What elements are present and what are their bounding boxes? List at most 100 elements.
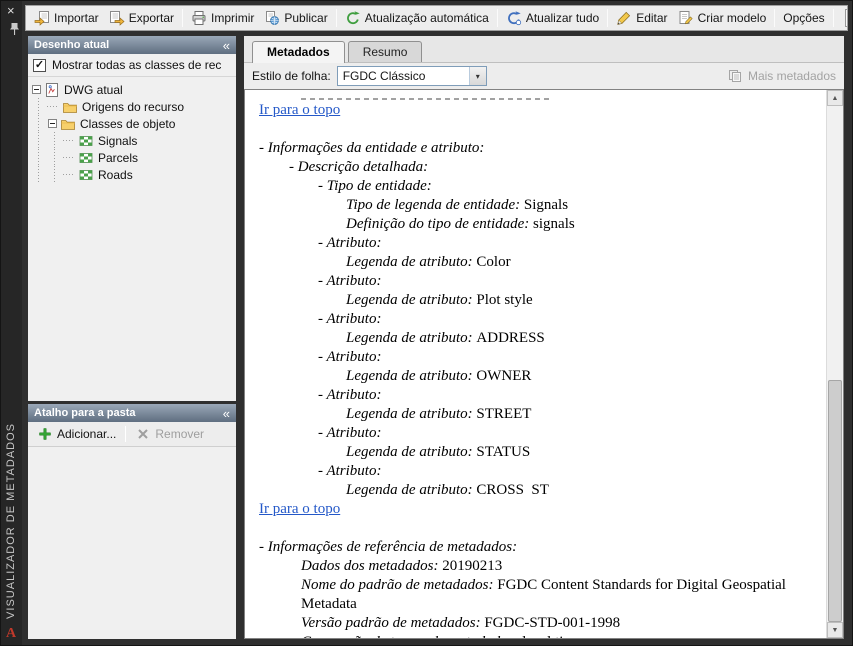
- metadata-value: STATUS: [476, 444, 531, 460]
- toolbar-button-imprimir[interactable]: Imprimir: [186, 7, 259, 29]
- metadata-line: Dados dos metadados: 20190213: [259, 557, 820, 576]
- go-to-top-link[interactable]: Ir para o topo: [259, 102, 340, 118]
- tab-resumo[interactable]: Resumo: [347, 41, 423, 62]
- metadata-line: - Atributo:: [259, 462, 820, 481]
- toolbar-button-importar[interactable]: Importar: [29, 7, 104, 29]
- metadata-content-area: Ir para o topo - Informações da entidade …: [244, 89, 844, 639]
- toolbar-button-exportar[interactable]: Exportar: [104, 7, 179, 29]
- metadata-content: Ir para o topo - Informações da entidade …: [245, 90, 826, 638]
- panel-header-folder-shortcut[interactable]: Atalho para a pasta «: [28, 404, 236, 422]
- collapse-chevron-icon[interactable]: «: [223, 39, 230, 52]
- collapse-chevron-icon[interactable]: «: [223, 407, 230, 420]
- tree-item-classes-de-objeto[interactable]: Classes de objeto: [28, 115, 236, 132]
- more-metadata-icon: [727, 68, 743, 84]
- clipped-text-line: [301, 92, 561, 101]
- toolbar-button-label: Exportar: [128, 11, 175, 25]
- sheet-style-select[interactable]: FGDC Clássico ▾: [336, 66, 487, 86]
- metadata-label: Legenda de atributo:: [346, 254, 477, 270]
- metadata-main-panel: Metadados Resumo Estilo de folha: FGDC C…: [244, 36, 844, 639]
- scroll-up-button[interactable]: ▲: [827, 90, 843, 106]
- panel-title: Atalho para a pasta: [34, 407, 136, 419]
- metadata-label: Definição do tipo de entidade:: [346, 216, 534, 232]
- chevron-down-icon[interactable]: ▾: [468, 67, 486, 85]
- metadata-label: - Descrição detalhada:: [289, 159, 429, 175]
- metadata-line: Definição do tipo de entidade: signals: [259, 215, 820, 234]
- metadata-label: Nome do padrão de metadados:: [301, 577, 498, 593]
- toolbar-button-label: Atualização automática: [364, 11, 489, 25]
- vertical-scrollbar[interactable]: ▲ ▼: [826, 90, 843, 638]
- metadata-value: local time: [522, 634, 582, 638]
- import-icon: [34, 10, 50, 26]
- tab-metadados[interactable]: Metadados: [252, 41, 345, 63]
- metadata-label: Legenda de atributo:: [346, 482, 477, 498]
- metadata-label: - Atributo:: [318, 235, 382, 251]
- toolbar-button-label: Opções: [783, 11, 825, 25]
- metadata-line: - Atributo:: [259, 310, 820, 329]
- toolbar-button-ajuda[interactable]: ?: [844, 9, 847, 27]
- add-folder-button[interactable]: Adicionar...: [32, 424, 121, 444]
- go-to-top-link[interactable]: Ir para o topo: [259, 501, 340, 517]
- export-icon: [109, 10, 125, 26]
- tab-bar: Metadados Resumo: [244, 36, 844, 63]
- metadata-viewer-window: × VISUALIZADOR DE METADADOS A Importar Ex…: [0, 0, 853, 646]
- tree-expander-minus[interactable]: [48, 119, 57, 128]
- close-icon[interactable]: ×: [7, 3, 15, 18]
- metadata-line: Ir para o topo: [259, 500, 820, 519]
- left-panels: Desenho atual « ✓ Mostrar todas as class…: [28, 36, 236, 639]
- metadata-line: Legenda de atributo: STATUS: [259, 443, 820, 462]
- pin-icon[interactable]: [6, 21, 22, 37]
- toolbar-button-label: Editar: [636, 11, 668, 25]
- toolbar-button-label: Importar: [54, 11, 99, 25]
- publish-icon: [264, 10, 280, 26]
- palette-title-bar: × VISUALIZADOR DE METADADOS A: [1, 1, 22, 645]
- metadata-line: Ir para o topo: [259, 101, 820, 120]
- tree-guide-line: [47, 132, 63, 149]
- separator: [125, 426, 127, 442]
- dwg-icon: [44, 82, 60, 98]
- remove-folder-button[interactable]: Remover: [130, 424, 209, 444]
- toolbar-button-atualizacao-automatica[interactable]: Atualização automática: [340, 7, 494, 29]
- tree-item-parcels[interactable]: Parcels: [28, 149, 236, 166]
- metadata-line: - Atributo:: [259, 234, 820, 253]
- metadata-label: Versão padrão de metadados:: [301, 615, 485, 631]
- toolbar-button-label: Imprimir: [211, 11, 255, 25]
- shortcut-toolbar: Adicionar... Remover: [28, 422, 236, 447]
- remove-folder-label: Remover: [155, 427, 205, 441]
- metadata-line: - Atributo:: [259, 348, 820, 367]
- tree-guide-line: [47, 149, 63, 166]
- metadata-label: - Atributo:: [318, 463, 382, 479]
- tree-expander-minus[interactable]: [32, 85, 41, 94]
- show-all-classes-checkbox[interactable]: ✓: [33, 58, 46, 72]
- edit-icon: [616, 10, 632, 26]
- toolbar-button-criar-modelo[interactable]: Criar modelo: [673, 7, 772, 29]
- scroll-thumb[interactable]: [828, 380, 842, 622]
- toolbar-button-publicar[interactable]: Publicar: [259, 7, 332, 29]
- show-all-classes-row[interactable]: ✓ Mostrar todas as classes de rec: [28, 54, 236, 77]
- panel-header-current-drawing[interactable]: Desenho atual «: [28, 36, 236, 54]
- metadata-label: - Informações da entidade e atributo:: [259, 140, 485, 156]
- tree-item-roads[interactable]: Roads: [28, 166, 236, 183]
- checkbox-label: Mostrar todas as classes de rec: [52, 58, 222, 72]
- sheet-style-label: Estilo de folha:: [252, 69, 331, 83]
- tree-item-dwg-atual[interactable]: DWG atual: [28, 81, 236, 98]
- tree-item-signals[interactable]: Signals: [28, 132, 236, 149]
- metadata-line: Legenda de atributo: ADDRESS: [259, 329, 820, 348]
- toolbar-button-atualizar-tudo[interactable]: Atualizar tudo: [501, 7, 604, 29]
- metadata-line: - Informações da entidade e atributo:: [259, 139, 820, 158]
- metadata-value: signals: [533, 216, 575, 232]
- metadata-line: Nome do padrão de metadados: FGDC Conten…: [259, 576, 820, 614]
- scroll-down-button[interactable]: ▼: [827, 622, 843, 638]
- remove-icon: [135, 426, 151, 442]
- toolbar-button-editar[interactable]: Editar: [611, 7, 672, 29]
- metadata-label: Legenda de atributo:: [346, 444, 477, 460]
- more-metadata-button[interactable]: Mais metadados: [727, 68, 836, 84]
- feature-class-icon: [78, 133, 94, 149]
- toolbar-separator: [832, 9, 834, 27]
- tree-item-origens-do-recurso[interactable]: Origens do recurso: [28, 98, 236, 115]
- tree-guide-line: [31, 149, 47, 166]
- tree-item-label: Parcels: [98, 150, 139, 165]
- toolbar-button-opcoes[interactable]: Opções: [778, 8, 829, 28]
- tree-connector-line: [47, 98, 62, 115]
